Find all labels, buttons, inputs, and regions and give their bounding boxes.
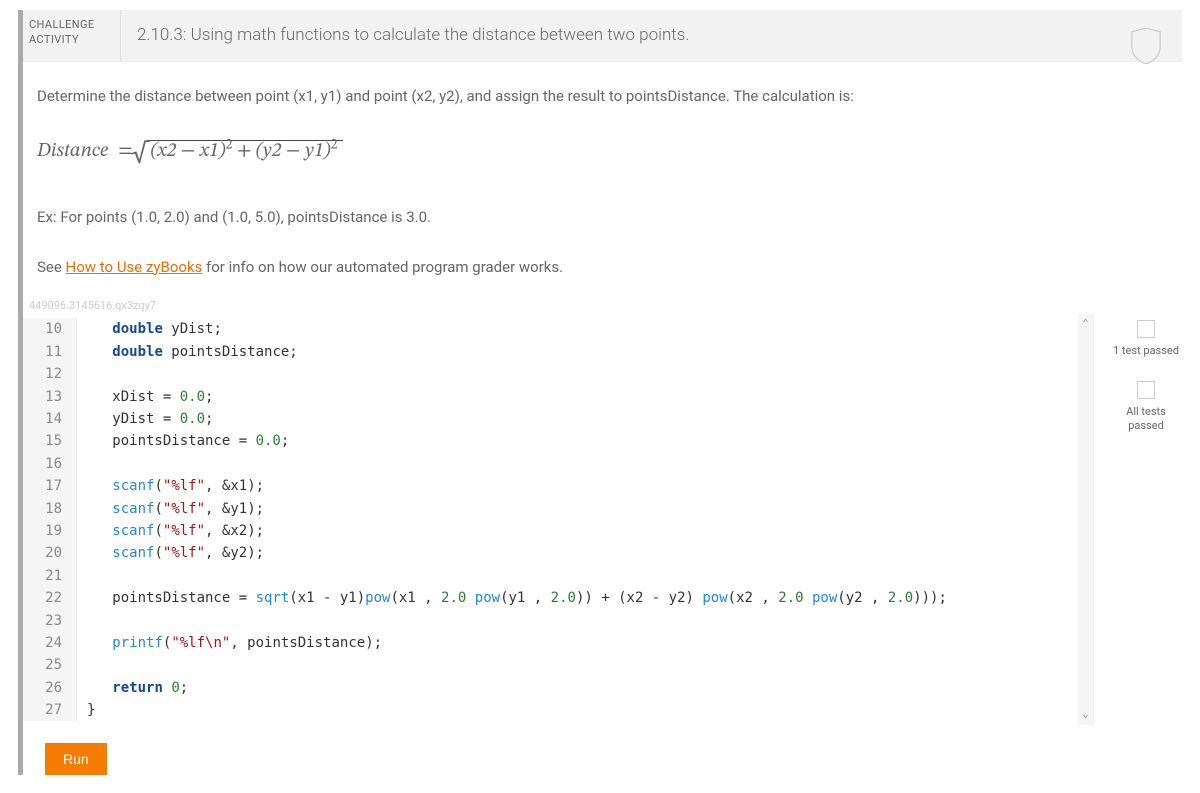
line-number: 23 [23, 610, 77, 632]
code-content[interactable]: pointsDistance = 0.0; [77, 430, 289, 452]
line-number: 18 [23, 498, 77, 520]
see-prefix: See [37, 258, 66, 276]
code-content[interactable]: return 0; [77, 677, 188, 699]
line-number: 21 [23, 565, 77, 587]
code-content[interactable]: scanf("%lf", &y1); [77, 498, 264, 520]
test-all-label: All tests passed [1110, 405, 1182, 434]
challenge-activity-card: CHALLENGE ACTIVITY 2.10.3: Using math fu… [18, 10, 1182, 775]
code-content[interactable]: scanf("%lf", &x2); [77, 520, 264, 542]
see-how-to-use: See How to Use zyBooks for info on how o… [37, 255, 1168, 279]
code-line[interactable]: 21 [23, 565, 1093, 587]
line-number: 11 [23, 341, 77, 363]
completion-shield-icon [1128, 28, 1164, 64]
test-1-label: 1 test passed [1110, 344, 1182, 358]
line-number: 22 [23, 587, 77, 609]
line-number: 13 [23, 386, 77, 408]
test-all-status: All tests passed [1110, 381, 1182, 434]
code-line[interactable]: 18 scanf("%lf", &y1); [23, 498, 1093, 520]
test-1-status: 1 test passed [1110, 320, 1182, 358]
code-content[interactable] [77, 565, 87, 587]
example-text: Ex: For points (1.0, 2.0) and (1.0, 5.0)… [37, 205, 1168, 229]
code-line[interactable]: 16 [23, 453, 1093, 475]
code-content[interactable] [77, 363, 87, 385]
line-number: 20 [23, 542, 77, 564]
code-line[interactable]: 26 return 0; [23, 677, 1093, 699]
code-line[interactable]: 17 scanf("%lf", &x1); [23, 475, 1093, 497]
code-content[interactable]: double yDist; [77, 318, 222, 340]
line-number: 26 [23, 677, 77, 699]
tag-line-2: ACTIVITY [29, 33, 114, 48]
scroll-down-icon[interactable]: ⌄ [1082, 707, 1088, 723]
code-content[interactable]: double pointsDistance; [77, 341, 298, 363]
code-line[interactable]: 27} [23, 699, 1093, 721]
run-button[interactable]: Run [45, 743, 107, 775]
code-line[interactable]: 24 printf("%lf\n", pointsDistance); [23, 632, 1093, 654]
code-editor[interactable]: 10 double yDist;11 double pointsDistance… [23, 314, 1094, 725]
instructions-text: Determine the distance between point (x1… [23, 62, 1182, 116]
code-line[interactable]: 19 scanf("%lf", &x2); [23, 520, 1093, 542]
code-line[interactable]: 12 [23, 363, 1093, 385]
code-line[interactable]: 13 xDist = 0.0; [23, 386, 1093, 408]
see-suffix: for info on how our automated program gr… [202, 258, 563, 276]
line-number: 19 [23, 520, 77, 542]
code-content[interactable]: } [77, 699, 95, 721]
line-number: 24 [23, 632, 77, 654]
line-number: 25 [23, 654, 77, 676]
activity-title: 2.10.3: Using math functions to calculat… [121, 10, 1182, 61]
code-content[interactable] [77, 654, 87, 676]
line-number: 27 [23, 699, 77, 721]
code-content[interactable]: printf("%lf\n", pointsDistance); [77, 632, 382, 654]
line-number: 12 [23, 363, 77, 385]
editor-scrollbar[interactable]: ⌃ ⌄ [1078, 314, 1093, 725]
code-content[interactable]: scanf("%lf", &x1); [77, 475, 264, 497]
code-line[interactable]: 10 double yDist; [23, 318, 1093, 340]
radical-icon: √ [131, 133, 149, 178]
code-content[interactable]: scanf("%lf", &y2); [77, 542, 264, 564]
code-content[interactable]: xDist = 0.0; [77, 386, 213, 408]
test-results-column: 1 test passed All tests passed [1110, 314, 1182, 455]
formula-label: Distance [37, 135, 108, 167]
line-number: 16 [23, 453, 77, 475]
code-content[interactable]: pointsDistance = sqrt(x1 - y1)pow(x1 , 2… [77, 587, 947, 609]
code-content[interactable] [77, 453, 87, 475]
distance-formula: Distance = √ (x2 − x1)2 + (y2 − y1)2 [37, 134, 1168, 167]
tag-line-1: CHALLENGE [29, 18, 114, 33]
code-line[interactable]: 23 [23, 610, 1093, 632]
scroll-up-icon[interactable]: ⌃ [1082, 316, 1088, 332]
line-number: 17 [23, 475, 77, 497]
line-number: 14 [23, 408, 77, 430]
code-content[interactable]: yDist = 0.0; [77, 408, 213, 430]
square-root-expression: √ (x2 − x1)2 + (y2 − y1)2 [143, 134, 344, 167]
checkbox-icon [1137, 320, 1155, 338]
activity-type-tag: CHALLENGE ACTIVITY [23, 10, 121, 61]
how-to-use-link[interactable]: How to Use zyBooks [66, 258, 203, 276]
line-number: 10 [23, 318, 77, 340]
code-line[interactable]: 14 yDist = 0.0; [23, 408, 1093, 430]
code-line[interactable]: 20 scanf("%lf", &y2); [23, 542, 1093, 564]
code-line[interactable]: 11 double pointsDistance; [23, 341, 1093, 363]
code-content[interactable] [77, 610, 87, 632]
activity-header: CHALLENGE ACTIVITY 2.10.3: Using math fu… [23, 10, 1182, 62]
code-line[interactable]: 25 [23, 654, 1093, 676]
code-line[interactable]: 15 pointsDistance = 0.0; [23, 430, 1093, 452]
line-number: 15 [23, 430, 77, 452]
code-line[interactable]: 22 pointsDistance = sqrt(x1 - y1)pow(x1 … [23, 587, 1093, 609]
checkbox-icon [1137, 381, 1155, 399]
activity-hash: 449096.3145616.qx3zqy7 [29, 297, 1176, 315]
